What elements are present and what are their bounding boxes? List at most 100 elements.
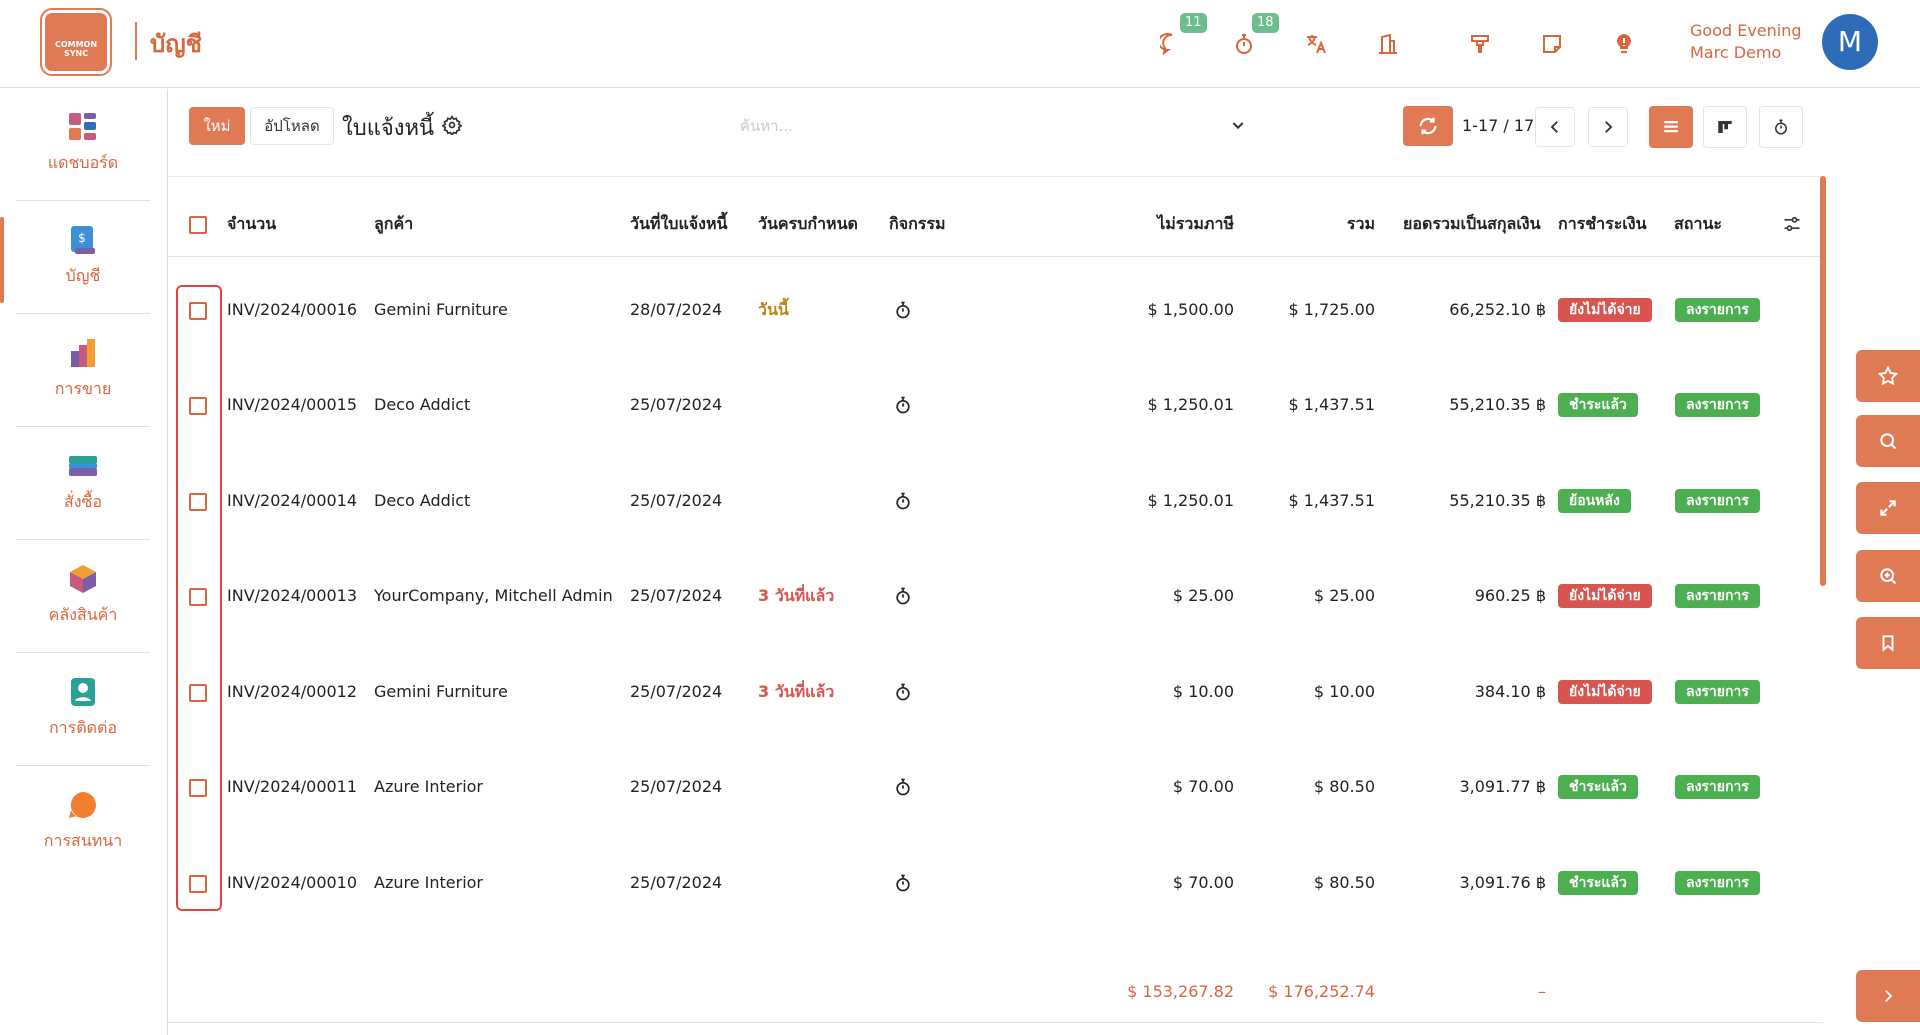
column-header-total-currency[interactable]: ยอดรวมเป็นสกุลเงิน bbox=[1403, 212, 1541, 237]
total-amount: $ 1,437.51 bbox=[1288, 395, 1375, 414]
sidebar-item-label: แดชบอร์ด bbox=[47, 153, 119, 172]
status-badge: ลงรายการ bbox=[1675, 680, 1760, 704]
search-input[interactable] bbox=[740, 112, 1240, 140]
invoice-number: INV/2024/00014 bbox=[227, 491, 358, 510]
invoice-number: INV/2024/00010 bbox=[227, 873, 358, 892]
note-icon[interactable] bbox=[1538, 30, 1566, 58]
column-header-total[interactable]: รวม bbox=[1270, 212, 1375, 237]
total-currency: – bbox=[1538, 982, 1546, 1001]
upload-button[interactable]: อัปโหลด bbox=[250, 107, 334, 145]
logo-divider bbox=[135, 22, 137, 60]
optional-columns-toggle-icon[interactable] bbox=[1782, 214, 1802, 234]
column-header-number[interactable]: จำนวน bbox=[227, 212, 276, 237]
status-badge: ลงรายการ bbox=[1675, 298, 1760, 322]
column-header-activity[interactable]: กิจกรรม bbox=[889, 212, 945, 237]
untaxed-amount: $ 1,500.00 bbox=[1147, 300, 1234, 319]
chat-icon[interactable] bbox=[1158, 30, 1186, 58]
translate-icon[interactable] bbox=[1302, 30, 1330, 58]
dashboard-icon bbox=[69, 113, 96, 140]
purchase-icon bbox=[69, 456, 97, 476]
column-header-customer[interactable]: ลูกค้า bbox=[374, 212, 413, 237]
total-in-currency: 66,252.10 ฿ bbox=[1449, 300, 1546, 319]
star-icon bbox=[1877, 365, 1899, 386]
favorite-button[interactable] bbox=[1856, 350, 1920, 402]
search-icon bbox=[1880, 433, 1897, 450]
untaxed-amount: $ 10.00 bbox=[1172, 682, 1234, 701]
payment-status-badge: ยังไม่ได้จ่าย bbox=[1558, 584, 1652, 608]
stopwatch-icon[interactable] bbox=[1230, 30, 1258, 58]
next-panel-button[interactable] bbox=[1856, 970, 1920, 1022]
sidebar-item-label: สั่งซื้อ bbox=[63, 492, 103, 511]
sidebar-item-accounting[interactable]: $ บัญชี bbox=[16, 202, 150, 314]
stopwatch-icon[interactable] bbox=[893, 682, 913, 702]
column-header-payment[interactable]: การชำระเงิน bbox=[1558, 212, 1647, 237]
total-amount: $ 176,252.74 bbox=[1268, 982, 1375, 1001]
expand-icon bbox=[1880, 500, 1896, 516]
kanban-view-button[interactable] bbox=[1703, 106, 1747, 148]
divider bbox=[168, 176, 1823, 177]
column-header-status[interactable]: สถานะ bbox=[1674, 212, 1722, 237]
list-view-button[interactable] bbox=[1649, 106, 1693, 148]
breadcrumb: ใบแจ้งหนี้ bbox=[342, 116, 435, 141]
sidebar-item-label: การติดต่อ bbox=[48, 718, 118, 737]
invoice-date: 25/07/2024 bbox=[630, 873, 723, 892]
column-header-due-date[interactable]: วันครบกำหนด bbox=[758, 212, 858, 237]
payment-status-badge: ย้อนหลัง bbox=[1558, 489, 1631, 513]
chevron-down-icon[interactable] bbox=[1230, 117, 1246, 133]
sidebar-item-inventory[interactable]: คลังสินค้า bbox=[16, 541, 150, 653]
sidebar-item-contacts[interactable]: การติดต่อ bbox=[16, 654, 150, 766]
sidebar-item-purchase[interactable]: สั่งซื้อ bbox=[16, 428, 150, 540]
sidebar: แดชบอร์ด $ บัญชี การขาย สั่งซื้อ คลังสิน… bbox=[0, 89, 168, 1035]
tools-icon[interactable] bbox=[1466, 30, 1494, 58]
zoom-in-button[interactable] bbox=[1856, 550, 1920, 602]
stopwatch-icon bbox=[1775, 119, 1787, 135]
company-icon[interactable] bbox=[1374, 30, 1402, 58]
stopwatch-icon[interactable] bbox=[893, 300, 913, 320]
sidebar-item-label: บัญชี bbox=[65, 266, 101, 285]
untaxed-amount: $ 25.00 bbox=[1172, 586, 1234, 605]
lightbulb-icon[interactable] bbox=[1610, 30, 1638, 58]
sidebar-item-label: การสนทนา bbox=[43, 831, 123, 850]
search-button[interactable] bbox=[1856, 415, 1920, 467]
inventory-icon bbox=[70, 565, 96, 593]
bookmark-icon bbox=[1882, 635, 1894, 652]
sidebar-item-dashboard[interactable]: แดชบอร์ด bbox=[16, 89, 150, 201]
activity-view-button[interactable] bbox=[1759, 106, 1803, 148]
pager-next-button[interactable] bbox=[1588, 107, 1628, 147]
bookmark-button[interactable] bbox=[1856, 617, 1920, 669]
sidebar-active-indicator bbox=[0, 217, 4, 303]
invoice-number: INV/2024/00011 bbox=[227, 777, 358, 796]
column-header-invoice-date[interactable]: วันที่ใบแจ้งหนี้ bbox=[630, 212, 727, 237]
select-all-checkbox[interactable] bbox=[189, 216, 207, 234]
sidebar-item-discuss[interactable]: การสนทนา bbox=[16, 767, 150, 879]
total-amount: $ 1,437.51 bbox=[1288, 491, 1375, 510]
user-avatar[interactable]: M bbox=[1822, 14, 1878, 70]
refresh-icon bbox=[1419, 117, 1437, 135]
company-logo[interactable]: COMMON SYNC bbox=[42, 10, 110, 74]
stopwatch-icon[interactable] bbox=[893, 873, 913, 893]
vertical-scrollbar[interactable] bbox=[1820, 176, 1826, 586]
column-header-untaxed[interactable]: ไม่รวมภาษี bbox=[1080, 212, 1234, 237]
stopwatch-icon[interactable] bbox=[893, 395, 913, 415]
payment-status-badge: ชำระแล้ว bbox=[1558, 871, 1638, 895]
stopwatch-icon[interactable] bbox=[893, 491, 913, 511]
refresh-button[interactable] bbox=[1403, 106, 1453, 146]
new-button[interactable]: ใหม่ bbox=[189, 107, 245, 145]
customer-name: Azure Interior bbox=[374, 777, 484, 796]
greeting-line: Good Evening bbox=[1690, 21, 1802, 40]
stopwatch-icon[interactable] bbox=[893, 777, 913, 797]
sidebar-item-sales[interactable]: การขาย bbox=[16, 315, 150, 427]
expand-button[interactable] bbox=[1856, 482, 1920, 534]
untaxed-amount: $ 70.00 bbox=[1172, 777, 1234, 796]
pager-value[interactable]: 1-17 / 17 bbox=[1462, 116, 1534, 135]
invoice-date: 28/07/2024 bbox=[630, 300, 723, 319]
pager-previous-button[interactable] bbox=[1535, 107, 1575, 147]
total-amount: $ 80.50 bbox=[1313, 873, 1375, 892]
gear-icon[interactable] bbox=[441, 115, 463, 137]
payment-status-badge: ชำระแล้ว bbox=[1558, 393, 1638, 417]
total-amount: $ 1,725.00 bbox=[1288, 300, 1375, 319]
customer-name: YourCompany, Mitchell Admin bbox=[374, 586, 613, 605]
stopwatch-icon[interactable] bbox=[893, 586, 913, 606]
total-amount: $ 25.00 bbox=[1313, 586, 1375, 605]
accounting-icon: $ bbox=[71, 226, 95, 254]
